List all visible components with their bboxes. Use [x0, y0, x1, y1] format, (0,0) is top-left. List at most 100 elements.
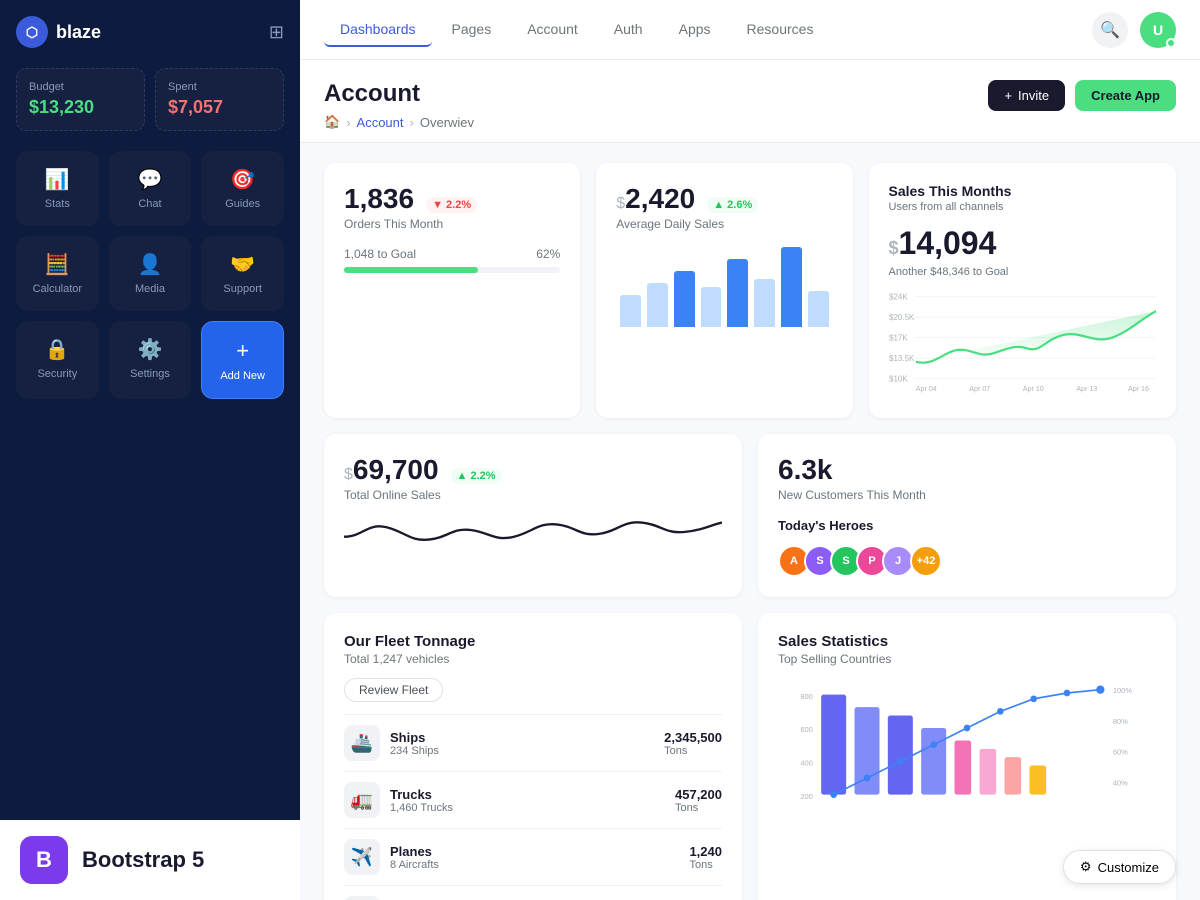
svg-text:40%: 40%	[1113, 779, 1128, 788]
sidebar-item-calculator[interactable]: 🧮 Calculator	[16, 236, 99, 311]
logo-icon: ⬡	[16, 16, 48, 48]
sidebar-item-settings[interactable]: ⚙️ Settings	[109, 321, 192, 399]
spent-label: Spent	[168, 81, 271, 93]
logo: ⬡ blaze	[16, 16, 101, 48]
sidebar-item-support[interactable]: 🤝 Support	[201, 236, 284, 311]
fleet-ships-row: 🚢 Ships 234 Ships 2,345,500 Tons	[344, 714, 722, 771]
sales-month-card: Sales This Months Users from all channel…	[869, 163, 1177, 418]
sidebar: ⬡ blaze ⊞ Budget $13,230 Spent $7,057 📊 …	[0, 0, 300, 900]
bootstrap-badge: B Bootstrap 5	[0, 820, 300, 900]
sidebar-item-media[interactable]: 👤 Media	[109, 236, 192, 311]
daily-sales-label: Average Daily Sales	[616, 217, 832, 231]
bottom-row: Our Fleet Tonnage Total 1,247 vehicles R…	[324, 613, 1176, 900]
user-avatar[interactable]: U	[1140, 12, 1176, 48]
planes-value: 1,240	[689, 844, 722, 859]
stats-title: Sales Statistics	[778, 633, 1156, 650]
fleet-trucks-row: 🚛 Trucks 1,460 Trucks 457,200 Tons	[344, 771, 722, 828]
breadcrumb-home[interactable]: 🏠	[324, 114, 340, 130]
status-dot	[1166, 38, 1176, 48]
metrics-row: 1,836 ▼ 2.2% Orders This Month 1,048 to …	[324, 163, 1176, 418]
tab-apps[interactable]: Apps	[663, 13, 727, 47]
add-new-label: Add New	[220, 370, 265, 382]
trucks-value: 457,200	[675, 787, 722, 802]
second-row: $69,700 ▲ 2.2% Total Online Sales 6.3k N…	[324, 434, 1176, 597]
menu-icon[interactable]: ⊞	[269, 22, 284, 43]
new-customers-label: New Customers This Month	[778, 488, 1156, 502]
orders-badge: ▼ 2.2%	[426, 197, 477, 213]
tab-account[interactable]: Account	[511, 13, 594, 47]
stats-label: Stats	[45, 198, 70, 210]
fleet-planes-row: ✈️ Planes 8 Aircrafts 1,240 Tons	[344, 828, 722, 885]
sidebar-item-stats[interactable]: 📊 Stats	[16, 151, 99, 226]
bootstrap-name: Bootstrap 5	[82, 847, 204, 873]
bar-4	[701, 287, 722, 327]
review-fleet-button[interactable]: Review Fleet	[344, 678, 443, 702]
invite-button[interactable]: + Invite	[988, 80, 1065, 111]
svg-text:$20.5K: $20.5K	[889, 313, 915, 322]
budget-card: Budget $13,230	[16, 68, 145, 131]
sidebar-item-security[interactable]: 🔒 Security	[16, 321, 99, 399]
svg-text:400: 400	[800, 759, 813, 768]
trucks-icon: 🚛	[344, 782, 380, 818]
bar-2	[647, 283, 668, 327]
new-customers-value: 6.3k	[778, 454, 833, 486]
media-icon: 👤	[138, 252, 163, 277]
bar-1	[620, 295, 641, 327]
nav-tabs: Dashboards Pages Account Auth Apps Resou…	[324, 13, 829, 47]
budget-row: Budget $13,230 Spent $7,057	[16, 68, 284, 131]
bootstrap-letter: B	[36, 847, 52, 873]
orders-card: 1,836 ▼ 2.2% Orders This Month 1,048 to …	[324, 163, 580, 418]
budget-label: Budget	[29, 81, 132, 93]
tab-dashboards[interactable]: Dashboards	[324, 13, 432, 47]
sidebar-item-guides[interactable]: 🎯 Guides	[201, 151, 284, 226]
tab-resources[interactable]: Resources	[731, 13, 830, 47]
heroes-row: A S S P J +42	[778, 545, 1156, 577]
tab-pages[interactable]: Pages	[436, 13, 508, 47]
planes-count: 8 Aircrafts	[390, 859, 439, 871]
add-new-icon: +	[236, 338, 249, 364]
daily-sales-chart	[616, 247, 832, 327]
calculator-label: Calculator	[33, 283, 83, 295]
main-content: Dashboards Pages Account Auth Apps Resou…	[300, 0, 1200, 900]
media-label: Media	[135, 283, 165, 295]
invite-label: Invite	[1018, 88, 1049, 103]
sidebar-item-add-new[interactable]: + Add New	[201, 321, 284, 399]
svg-text:Apr 10: Apr 10	[1022, 385, 1043, 393]
svg-text:80%: 80%	[1113, 717, 1128, 726]
online-sales-label: Total Online Sales	[344, 488, 722, 502]
svg-text:$10K: $10K	[889, 374, 908, 383]
customize-icon: ⚙	[1080, 859, 1092, 875]
svg-text:$24K: $24K	[889, 292, 908, 301]
main-wrapper: Dashboards Pages Account Auth Apps Resou…	[300, 0, 1200, 900]
progress-text: 1,048 to Goal	[344, 247, 416, 261]
svg-text:100%: 100%	[1113, 686, 1133, 695]
spent-value: $7,057	[168, 97, 271, 118]
svg-text:800: 800	[800, 692, 813, 701]
search-button[interactable]: 🔍	[1092, 12, 1128, 48]
chat-icon: 💬	[138, 167, 163, 192]
fleet-subtitle: Total 1,247 vehicles	[344, 652, 722, 666]
sidebar-item-chat[interactable]: 💬 Chat	[109, 151, 192, 226]
tab-auth[interactable]: Auth	[598, 13, 659, 47]
create-app-button[interactable]: Create App	[1075, 80, 1176, 111]
ships-count: 234 Ships	[390, 745, 439, 757]
heroes-title: Today's Heroes	[778, 518, 1156, 533]
ships-unit: Tons	[664, 745, 722, 757]
online-sales-badge: ▲ 2.2%	[451, 468, 502, 484]
sidebar-header: ⬡ blaze ⊞	[16, 16, 284, 48]
bar-3	[674, 271, 695, 327]
dashboard-area: 1,836 ▼ 2.2% Orders This Month 1,048 to …	[300, 143, 1200, 900]
svg-text:200: 200	[800, 792, 813, 801]
ships-value: 2,345,500	[664, 730, 722, 745]
security-icon: 🔒	[45, 337, 70, 362]
daily-sales-card: $2,420 ▲ 2.6% Average Daily Sales	[596, 163, 852, 418]
breadcrumb-account[interactable]: Account	[357, 115, 404, 130]
support-label: Support	[223, 283, 262, 295]
trucks-name: Trucks	[390, 787, 453, 802]
svg-text:600: 600	[800, 725, 813, 734]
bar-8	[808, 291, 829, 327]
svg-text:$13.5K: $13.5K	[889, 354, 915, 363]
orders-progress: 1,048 to Goal 62%	[344, 247, 560, 273]
bar-7	[781, 247, 802, 327]
customize-button[interactable]: ⚙ Customize	[1063, 850, 1176, 884]
